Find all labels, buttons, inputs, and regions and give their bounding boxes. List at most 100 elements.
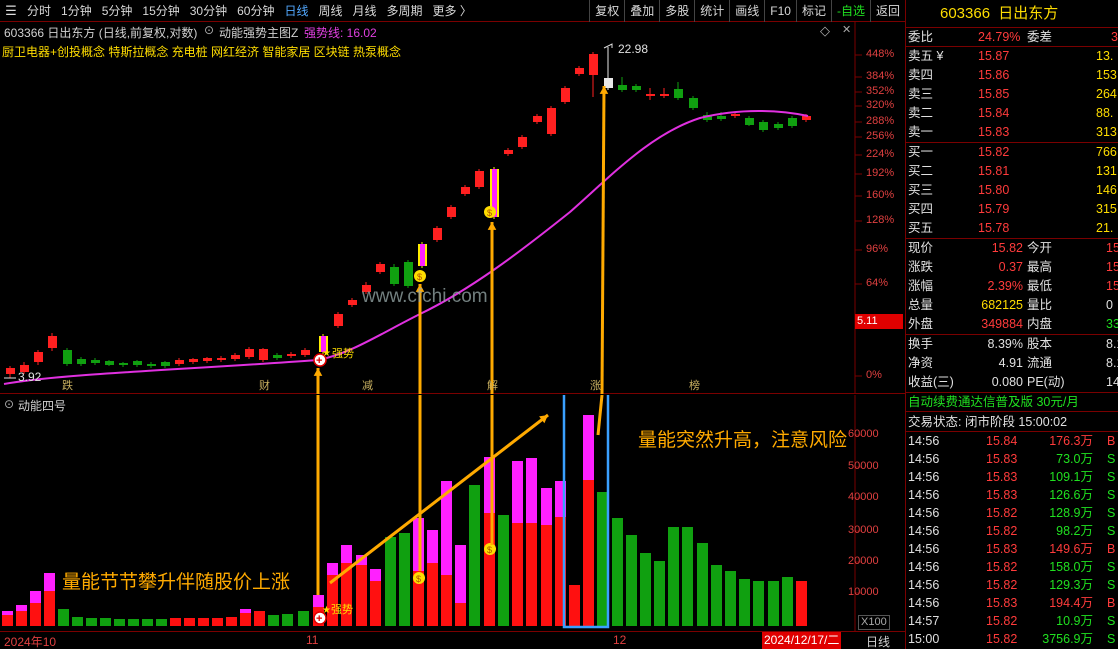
candle-body [161,362,170,366]
period-tab-9[interactable]: 多周期 [382,0,428,22]
candle-body [589,54,598,75]
candle-body [632,86,641,90]
candle-body [77,359,86,364]
volume-bar-upper [583,415,594,480]
stat-label2: 今开 [1027,241,1053,255]
ask-price: 15.87 [978,49,1010,63]
tool-button-6[interactable]: 标记 [795,0,831,22]
money-bag-glyph: $ [417,272,422,282]
quote-title: 603366 日出东方 [906,0,1118,28]
tool-button-2[interactable]: 多股 [659,0,694,22]
period-tab-2[interactable]: 5分钟 [97,0,138,22]
bid-label: 买五 [908,221,934,235]
period-tab-7[interactable]: 周线 [313,0,347,22]
stat-value: 2.39% [987,279,1023,293]
volume-bar-upper [512,461,523,523]
concept-tags: 厨卫电器+创投概念 特斯拉概念 充电桩 网红经济 智能家居 区块链 热泵概念 [2,45,402,59]
tool-button-0[interactable]: 复权 [589,0,624,22]
vol-money-bag-glyph: $ [487,545,492,555]
period-tab-1[interactable]: 1分钟 [56,0,97,22]
main-price-chart[interactable]: + ★ $ $ 603366 日出东方 (日线,前复权,对数) ⊙ 动能强势主图Z 强… [0,22,905,394]
candle-body [475,171,484,187]
ask-price: 15.84 [978,106,1010,120]
bid-row: 买三 15.80 146 [906,181,1118,200]
volume-bar [399,533,410,626]
candle-body [301,350,310,355]
price-axis-label: 352% [866,85,895,97]
ask-volume: 13. [1096,49,1114,63]
stat-row: 外盘 349884 内盘 332 [906,315,1118,334]
period-tab-10[interactable]: 更多 〉 [428,0,477,22]
tool-button-8[interactable]: 返回 [869,0,905,22]
stat-label2: 内盘 [1027,317,1053,331]
period-tab-6[interactable]: 日线 [279,0,313,22]
bid-label: 买三 [908,183,934,197]
tick-price: 15.82 [986,506,1018,520]
volume-bar [427,563,438,626]
promo-banner[interactable]: 自动续费通达信普及版 30元/月 [906,393,1118,412]
candle-body [646,94,655,96]
candle-body [717,116,726,119]
candle-body [119,363,128,365]
tool-button-7[interactable]: -自选 [830,0,870,22]
candle-body [175,360,184,364]
volume-axis-label: 10000 [848,586,879,598]
period-label[interactable]: 日线 [866,633,890,649]
trade-status: 交易状态: 闭市阶段 15:00:02 [906,412,1118,432]
bid-price: 15.79 [978,202,1010,216]
tool-button-1[interactable]: 叠加 [624,0,659,22]
menu-icon[interactable]: ☰ [0,0,22,22]
period-tab-8[interactable]: 月线 [348,0,382,22]
tick-side: S [1107,614,1116,628]
tool-button-5[interactable]: F10 [764,0,796,22]
volume-bar [711,565,722,626]
fund-value: 4.91 [998,356,1023,370]
panel-expand-icon[interactable]: ⊙ [4,397,14,411]
tick-row: 14:56 15.83 109.1万 S [906,468,1118,486]
period-tab-4[interactable]: 30分钟 [185,0,232,22]
volume-bar [254,611,265,626]
tick-list: 14:56 15.84 176.3万 B 14:56 15.83 73.0万 S 14:56 15… [906,432,1118,648]
tick-price: 15.84 [986,434,1018,448]
bid-label: 买二 [908,164,934,178]
fund-label2: PE(动) [1027,375,1065,389]
ask-volume: 313 [1096,125,1117,139]
tick-side: S [1107,452,1116,466]
indicator-name[interactable]: 动能强势主图Z [219,24,298,41]
price-chart-canvas: +★$$ [3,22,862,394]
volume-axis-label: 40000 [848,491,879,503]
tool-button-4[interactable]: 画线 [729,0,764,22]
candle-body [759,122,768,130]
vol-panel-title[interactable]: 动能四号 [18,397,66,414]
period-tab-0[interactable]: 分时 [22,0,56,22]
tick-row: 14:56 15.83 73.0万 S [906,450,1118,468]
tool-button-3[interactable]: 统计 [694,0,729,22]
bid-volume: 766 [1096,145,1117,159]
expand-icon[interactable]: ⊙ [204,23,214,37]
time-axis: 2024年10 11 12 2024/12/17/二 日线 [0,631,905,649]
candle-body [547,108,556,134]
strong-candle-core [420,244,425,266]
event-mark: 跌 [62,380,73,392]
volume-axis-label: 50000 [848,460,879,472]
volume-bar [44,591,55,626]
bid-label: 买四 [908,202,934,216]
stat-label2: 量比 [1027,298,1053,312]
ask-row: 卖五 ¥ 15.87 13. [906,47,1118,66]
volume-indicator-panel[interactable]: + ★ $ $ ⊙ 动能四号 量能节节攀升伴随股价上涨 量能突然升高，注意风险 强势 … [0,395,905,631]
volume-bar [298,611,309,626]
tick-row: 14:56 15.82 129.3万 S [906,576,1118,594]
diamond-icon[interactable]: ◇ [820,23,830,39]
tick-volume: 129.3万 [1049,578,1093,592]
volume-bar [30,603,41,626]
close-icon[interactable]: ✕ [842,23,851,36]
volume-bar [668,527,679,626]
volume-bar [2,615,13,626]
period-tab-3[interactable]: 15分钟 [137,0,184,22]
tick-price: 15.82 [986,578,1018,592]
volume-bar [682,527,693,626]
vol-star-icon: ★ [322,605,331,616]
tick-volume: 73.0万 [1056,452,1093,466]
period-tab-5[interactable]: 60分钟 [232,0,279,22]
strong-signal-label: 强势 [332,348,354,360]
